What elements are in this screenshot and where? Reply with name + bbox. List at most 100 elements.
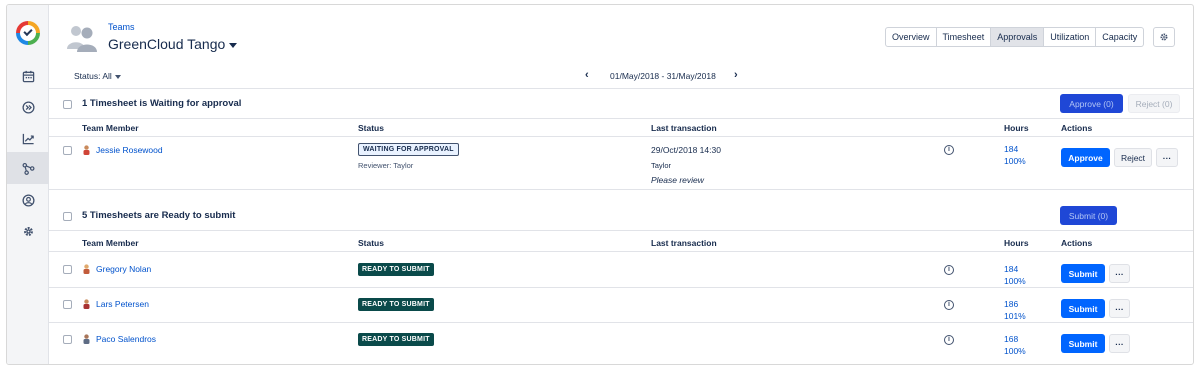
status-badge: READY TO SUBMIT — [358, 263, 434, 276]
hours-value: 184 — [1004, 264, 1019, 274]
submit-section-title: 5 Timesheets are Ready to submit — [82, 210, 236, 221]
hours-cell[interactable]: 168 100% — [1004, 333, 1026, 357]
reviewer-label: Reviewer: Taylor — [358, 161, 414, 170]
submit-button[interactable]: Submit — [1061, 299, 1105, 318]
team-member-name: Gregory Nolan — [96, 264, 152, 274]
select-all-approval-checkbox[interactable] — [63, 100, 72, 109]
breadcrumb-teams-link[interactable]: Teams — [108, 22, 135, 32]
trend-chart-icon[interactable] — [19, 129, 37, 147]
next-period-icon[interactable]: › — [734, 69, 738, 81]
gear-icon[interactable] — [19, 222, 37, 240]
tab-overview[interactable]: Overview — [885, 27, 937, 47]
filter-bar: Status: All ‹ 01/May/2018 - 31/May/2018 … — [49, 63, 1193, 89]
team-avatar-icon — [65, 23, 99, 53]
hours-percent: 101% — [1004, 311, 1026, 321]
approve-all-button[interactable]: Approve (0) — [1060, 94, 1123, 113]
approval-section-title: 1 Timesheet is Waiting for approval — [82, 98, 242, 109]
team-selector[interactable]: GreenCloud Tango — [108, 36, 238, 52]
team-member-link[interactable]: Jessie Rosewood — [82, 145, 163, 155]
hierarchy-icon[interactable] — [19, 159, 37, 177]
tab-utilization[interactable]: Utilization — [1044, 27, 1097, 47]
column-actions: Actions — [1061, 123, 1093, 133]
hours-value: 168 — [1004, 334, 1019, 344]
column-team-member: Team Member — [82, 238, 139, 248]
info-icon[interactable]: i — [944, 300, 954, 310]
avatar — [83, 334, 90, 344]
table-row: Jessie Rosewood WAITING FOR APPROVAL Rev… — [49, 137, 1193, 190]
hours-cell[interactable]: 184 100% — [1004, 263, 1026, 287]
column-last-transaction: Last transaction — [651, 123, 717, 133]
row-checkbox[interactable] — [63, 146, 72, 155]
status-filter-label: Status: All — [74, 71, 112, 81]
row-checkbox[interactable] — [63, 335, 72, 344]
more-actions-button[interactable]: ··· — [1109, 264, 1130, 283]
submit-column-headers: Team Member Status Last transaction Hour… — [49, 234, 1193, 252]
table-row: Gregory Nolan READY TO SUBMIT i 184 100% … — [49, 253, 1193, 288]
column-hours: Hours — [1004, 123, 1029, 133]
user-circle-icon[interactable] — [19, 191, 37, 209]
submit-button[interactable]: Submit — [1061, 334, 1105, 353]
forward-circle-icon[interactable] — [19, 98, 37, 116]
tab-capacity[interactable]: Capacity — [1096, 27, 1145, 47]
team-member-link[interactable]: Gregory Nolan — [82, 264, 151, 274]
hours-percent: 100% — [1004, 276, 1026, 286]
transaction-user: Taylor — [651, 161, 672, 170]
team-member-name: Paco Salendros — [96, 334, 157, 344]
status-filter-dropdown[interactable]: Status: All — [74, 71, 121, 81]
avatar — [83, 264, 90, 274]
column-hours: Hours — [1004, 238, 1029, 248]
gear-icon — [1160, 33, 1168, 41]
row-checkbox[interactable] — [63, 265, 72, 274]
select-all-submit-checkbox[interactable] — [63, 212, 72, 221]
hours-value: 184 — [1004, 144, 1019, 154]
chevron-down-icon — [114, 74, 121, 79]
info-icon[interactable]: i — [944, 145, 954, 155]
row-checkbox[interactable] — [63, 300, 72, 309]
team-member-name: Jessie Rosewood — [96, 145, 163, 155]
team-member-link[interactable]: Lars Petersen — [82, 299, 149, 309]
column-status: Status — [358, 238, 384, 248]
approve-button[interactable]: Approve — [1061, 148, 1110, 167]
team-member-name: Lars Petersen — [96, 299, 149, 309]
hours-value: 186 — [1004, 299, 1019, 309]
hours-cell[interactable]: 186 101% — [1004, 298, 1026, 322]
more-actions-button[interactable]: ··· — [1156, 148, 1178, 167]
more-actions-button[interactable]: ··· — [1109, 299, 1130, 318]
avatar — [83, 145, 90, 155]
avatar — [83, 299, 90, 309]
app-window: Teams GreenCloud Tango Overview Timeshee… — [6, 4, 1194, 365]
submit-section-header: 5 Timesheets are Ready to submit Submit … — [49, 201, 1193, 231]
app-logo-icon[interactable] — [16, 21, 40, 45]
info-icon[interactable]: i — [944, 265, 954, 275]
column-status: Status — [358, 123, 384, 133]
table-row: Paco Salendros READY TO SUBMIT i 168 100%… — [49, 323, 1193, 358]
info-icon[interactable]: i — [944, 335, 954, 345]
chevron-down-icon — [229, 42, 238, 48]
more-actions-button[interactable]: ··· — [1109, 334, 1130, 353]
hours-cell[interactable]: 184 100% — [1004, 143, 1026, 167]
team-name: GreenCloud Tango — [108, 36, 226, 52]
submit-all-button[interactable]: Submit (0) — [1060, 206, 1117, 225]
tab-approvals[interactable]: Approvals — [991, 27, 1045, 47]
previous-period-icon[interactable]: ‹ — [585, 69, 589, 81]
column-actions: Actions — [1061, 238, 1093, 248]
settings-button[interactable] — [1153, 27, 1175, 47]
status-badge: READY TO SUBMIT — [358, 298, 434, 311]
table-row: Lars Petersen READY TO SUBMIT i 186 101% … — [49, 288, 1193, 323]
status-badge: READY TO SUBMIT — [358, 333, 434, 346]
hours-percent: 100% — [1004, 346, 1026, 356]
left-rail — [7, 5, 49, 364]
transaction-date: 29/Oct/2018 14:30 — [651, 145, 721, 155]
transaction-note: Please review — [651, 175, 704, 185]
column-last-transaction: Last transaction — [651, 238, 717, 248]
submit-button[interactable]: Submit — [1061, 264, 1105, 283]
tab-timesheet[interactable]: Timesheet — [936, 27, 992, 47]
reject-button[interactable]: Reject — [1114, 148, 1152, 167]
column-team-member: Team Member — [82, 123, 139, 133]
approval-column-headers: Team Member Status Last transaction Hour… — [49, 119, 1193, 137]
reject-all-button[interactable]: Reject (0) — [1128, 94, 1180, 113]
team-member-link[interactable]: Paco Salendros — [82, 334, 156, 344]
calendar-icon[interactable] — [19, 67, 37, 85]
hours-percent: 100% — [1004, 156, 1026, 166]
date-range: 01/May/2018 - 31/May/2018 — [610, 71, 716, 81]
